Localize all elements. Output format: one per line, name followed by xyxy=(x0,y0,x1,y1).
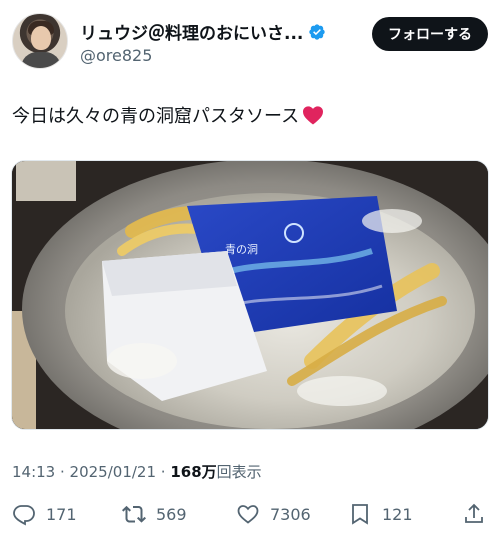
meta-separator: · xyxy=(55,463,70,481)
share-button[interactable] xyxy=(462,496,486,532)
red-heart-emoji-icon xyxy=(303,106,324,125)
reply-icon xyxy=(13,505,35,526)
tweet-meta: 14:13 · 2025/01/21 · 168万回表示 xyxy=(12,461,262,482)
tweet-time[interactable]: 14:13 xyxy=(12,463,55,481)
like-count: 7306 xyxy=(270,504,311,524)
action-bar: 171 569 7306 121 xyxy=(0,496,500,532)
heart-icon xyxy=(237,505,259,524)
author-display-name[interactable]: リュウジ＠料理のおにいさ... xyxy=(80,19,303,44)
bookmark-count: 121 xyxy=(382,504,413,524)
verified-badge-icon xyxy=(309,23,326,40)
meta-separator: · xyxy=(156,463,171,481)
retweet-icon xyxy=(122,505,146,523)
package-label: 青の洞 xyxy=(225,243,258,256)
bookmark-icon xyxy=(352,504,368,525)
reply-button[interactable]: 171 xyxy=(12,496,77,532)
author-handle[interactable]: @ore825 xyxy=(80,46,152,65)
avatar[interactable] xyxy=(12,13,68,69)
reply-count: 171 xyxy=(46,504,77,524)
follow-button[interactable]: フォローする xyxy=(372,17,488,51)
tweet-date[interactable]: 2025/01/21 xyxy=(70,463,156,481)
views-label: 回表示 xyxy=(216,463,262,481)
author-name-row[interactable]: リュウジ＠料理のおにいさ... xyxy=(80,19,326,44)
tweet-photo[interactable]: 青の洞 xyxy=(11,160,489,430)
tweet-header: リュウジ＠料理のおにいさ... @ore825 フォローする xyxy=(12,13,488,77)
like-button[interactable]: 7306 xyxy=(236,496,311,532)
retweet-count: 569 xyxy=(156,504,187,524)
tweet-text-content: 今日は久々の青の洞窟パスタソース xyxy=(12,106,300,127)
views-count: 168万 xyxy=(170,463,217,481)
pasta-pot-image: 青の洞 xyxy=(12,161,488,429)
bookmark-button[interactable]: 121 xyxy=(348,496,413,532)
tweet-text: 今日は久々の青の洞窟パスタソース xyxy=(12,102,324,128)
share-icon xyxy=(465,503,483,523)
retweet-button[interactable]: 569 xyxy=(122,496,187,532)
